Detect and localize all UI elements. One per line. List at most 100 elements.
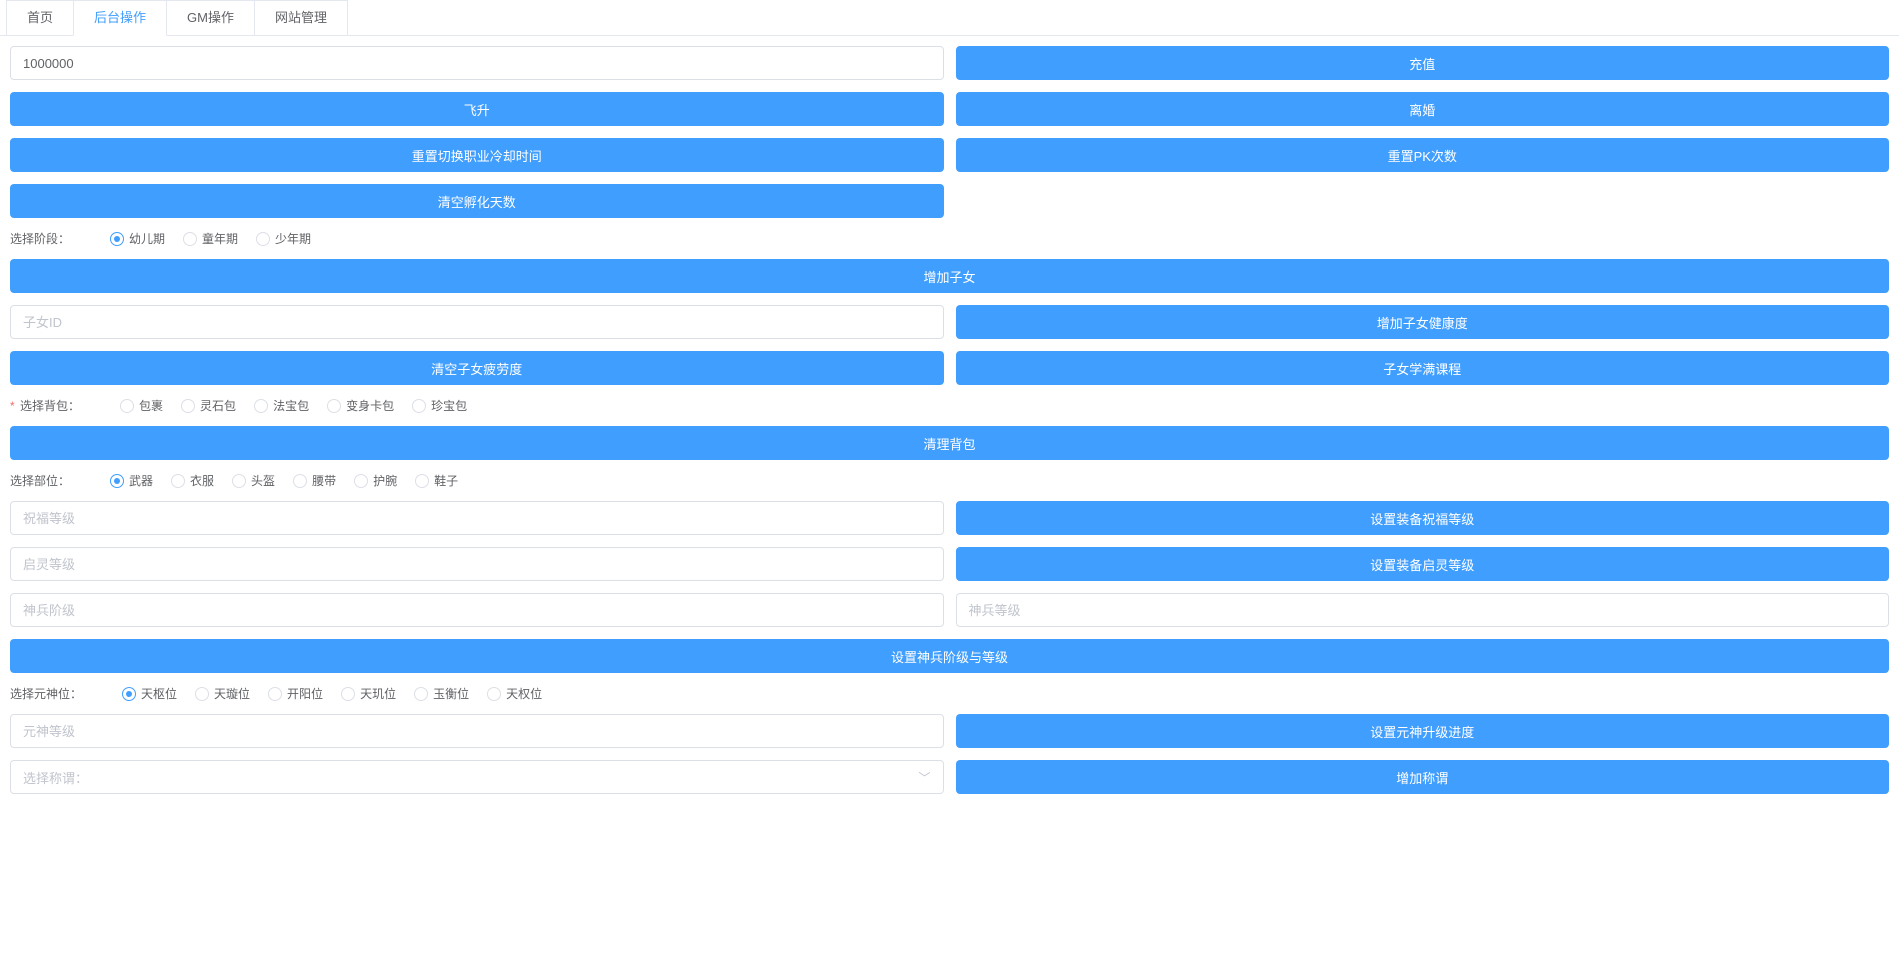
divorce-button[interactable]: 离婚: [956, 92, 1890, 126]
radio-icon: [415, 474, 429, 488]
yuanshen-option-0[interactable]: 天枢位: [122, 685, 177, 702]
radio-icon: [256, 232, 270, 246]
stage-option-label: 童年期: [202, 230, 238, 247]
tab-home[interactable]: 首页: [6, 0, 74, 35]
stage-option-label: 幼儿期: [129, 230, 165, 247]
radio-icon: [354, 474, 368, 488]
bag-option-0[interactable]: 包裹: [120, 397, 163, 414]
part-option-1[interactable]: 衣服: [171, 472, 214, 489]
radio-icon: [232, 474, 246, 488]
bag-option-label: 包裹: [139, 397, 163, 414]
stage-radio-group: 幼儿期 童年期 少年期: [110, 230, 311, 247]
yuanshen-option-label: 天璇位: [214, 685, 250, 702]
part-option-label: 武器: [129, 472, 153, 489]
clear-bag-button[interactable]: 清理背包: [10, 426, 1889, 460]
bag-option-label: 法宝包: [273, 397, 309, 414]
yuanshen-level-input[interactable]: [10, 714, 944, 748]
part-option-3[interactable]: 腰带: [293, 472, 336, 489]
shenbing-stage-input[interactable]: [10, 593, 944, 627]
radio-icon: [341, 687, 355, 701]
yuanshen-option-label: 玉衡位: [433, 685, 469, 702]
radio-icon: [171, 474, 185, 488]
stage-option-0[interactable]: 幼儿期: [110, 230, 165, 247]
shenbing-level-input[interactable]: [956, 593, 1890, 627]
tab-backend[interactable]: 后台操作: [73, 0, 167, 36]
yuanshen-option-2[interactable]: 开阳位: [268, 685, 323, 702]
stage-option-1[interactable]: 童年期: [183, 230, 238, 247]
tab-site[interactable]: 网站管理: [254, 0, 348, 35]
qiling-level-input[interactable]: [10, 547, 944, 581]
yuanshen-field: 选择元神位： 天枢位 天璇位 开阳位 天玑位 玉衡位 天权位: [10, 685, 1889, 702]
radio-icon: [183, 232, 197, 246]
bag-field: 选择背包： 包裹 灵石包 法宝包 变身卡包 珍宝包: [10, 397, 1889, 414]
bag-option-1[interactable]: 灵石包: [181, 397, 236, 414]
recharge-button[interactable]: 充值: [956, 46, 1890, 80]
tab-gm[interactable]: GM操作: [166, 0, 255, 35]
title-select[interactable]: 选择称谓： ﹀: [10, 760, 944, 794]
part-option-0[interactable]: 武器: [110, 472, 153, 489]
add-title-button[interactable]: 增加称谓: [956, 760, 1890, 794]
set-bless-button[interactable]: 设置装备祝福等级: [956, 501, 1890, 535]
part-option-2[interactable]: 头盔: [232, 472, 275, 489]
ascend-button[interactable]: 飞升: [10, 92, 944, 126]
stage-option-2[interactable]: 少年期: [256, 230, 311, 247]
radio-icon: [122, 687, 136, 701]
radio-icon: [293, 474, 307, 488]
part-option-label: 护腕: [373, 472, 397, 489]
part-option-label: 头盔: [251, 472, 275, 489]
bag-radio-group: 包裹 灵石包 法宝包 变身卡包 珍宝包: [120, 397, 467, 414]
set-yuanshen-button[interactable]: 设置元神升级进度: [956, 714, 1890, 748]
radio-icon: [254, 399, 268, 413]
stage-field: 选择阶段： 幼儿期 童年期 少年期: [10, 230, 1889, 247]
radio-icon: [110, 474, 124, 488]
bag-option-2[interactable]: 法宝包: [254, 397, 309, 414]
radio-icon: [487, 687, 501, 701]
yuanshen-option-label: 天权位: [506, 685, 542, 702]
set-shenbing-button[interactable]: 设置神兵阶级与等级: [10, 639, 1889, 673]
tab-bar: 首页 后台操作 GM操作 网站管理: [0, 0, 1899, 36]
yuanshen-radio-group: 天枢位 天璇位 开阳位 天玑位 玉衡位 天权位: [122, 685, 542, 702]
add-child-button[interactable]: 增加子女: [10, 259, 1889, 293]
main-content: 充值 飞升 离婚 重置切换职业冷却时间 重置PK次数 清空孵化天数 选择阶段： …: [0, 36, 1899, 816]
part-option-5[interactable]: 鞋子: [415, 472, 458, 489]
part-field: 选择部位： 武器 衣服 头盔 腰带 护腕 鞋子: [10, 472, 1889, 489]
part-label: 选择部位：: [10, 472, 70, 489]
yuanshen-option-5[interactable]: 天权位: [487, 685, 542, 702]
clear-child-fatigue-button[interactable]: 清空子女疲劳度: [10, 351, 944, 385]
bag-label: 选择背包：: [10, 397, 80, 414]
yuanshen-option-1[interactable]: 天璇位: [195, 685, 250, 702]
child-id-input[interactable]: [10, 305, 944, 339]
yuanshen-option-3[interactable]: 天玑位: [341, 685, 396, 702]
add-child-health-button[interactable]: 增加子女健康度: [956, 305, 1890, 339]
child-full-course-button[interactable]: 子女学满课程: [956, 351, 1890, 385]
recharge-input[interactable]: [10, 46, 944, 80]
part-option-label: 腰带: [312, 472, 336, 489]
bag-option-label: 珍宝包: [431, 397, 467, 414]
radio-icon: [412, 399, 426, 413]
bag-option-3[interactable]: 变身卡包: [327, 397, 394, 414]
yuanshen-option-4[interactable]: 玉衡位: [414, 685, 469, 702]
radio-icon: [414, 687, 428, 701]
part-option-4[interactable]: 护腕: [354, 472, 397, 489]
title-select-placeholder: 选择称谓：: [23, 768, 88, 787]
reset-job-cd-button[interactable]: 重置切换职业冷却时间: [10, 138, 944, 172]
radio-icon: [110, 232, 124, 246]
stage-label: 选择阶段：: [10, 230, 70, 247]
bag-option-4[interactable]: 珍宝包: [412, 397, 467, 414]
yuanshen-option-label: 天枢位: [141, 685, 177, 702]
stage-option-label: 少年期: [275, 230, 311, 247]
yuanshen-option-label: 天玑位: [360, 685, 396, 702]
yuanshen-option-label: 开阳位: [287, 685, 323, 702]
bless-level-input[interactable]: [10, 501, 944, 535]
bag-option-label: 变身卡包: [346, 397, 394, 414]
radio-icon: [268, 687, 282, 701]
clear-hatch-button[interactable]: 清空孵化天数: [10, 184, 944, 218]
bag-option-label: 灵石包: [200, 397, 236, 414]
set-qiling-button[interactable]: 设置装备启灵等级: [956, 547, 1890, 581]
yuanshen-label: 选择元神位：: [10, 685, 82, 702]
part-option-label: 鞋子: [434, 472, 458, 489]
part-option-label: 衣服: [190, 472, 214, 489]
radio-icon: [327, 399, 341, 413]
reset-pk-button[interactable]: 重置PK次数: [956, 138, 1890, 172]
chevron-down-icon: ﹀: [918, 769, 930, 786]
